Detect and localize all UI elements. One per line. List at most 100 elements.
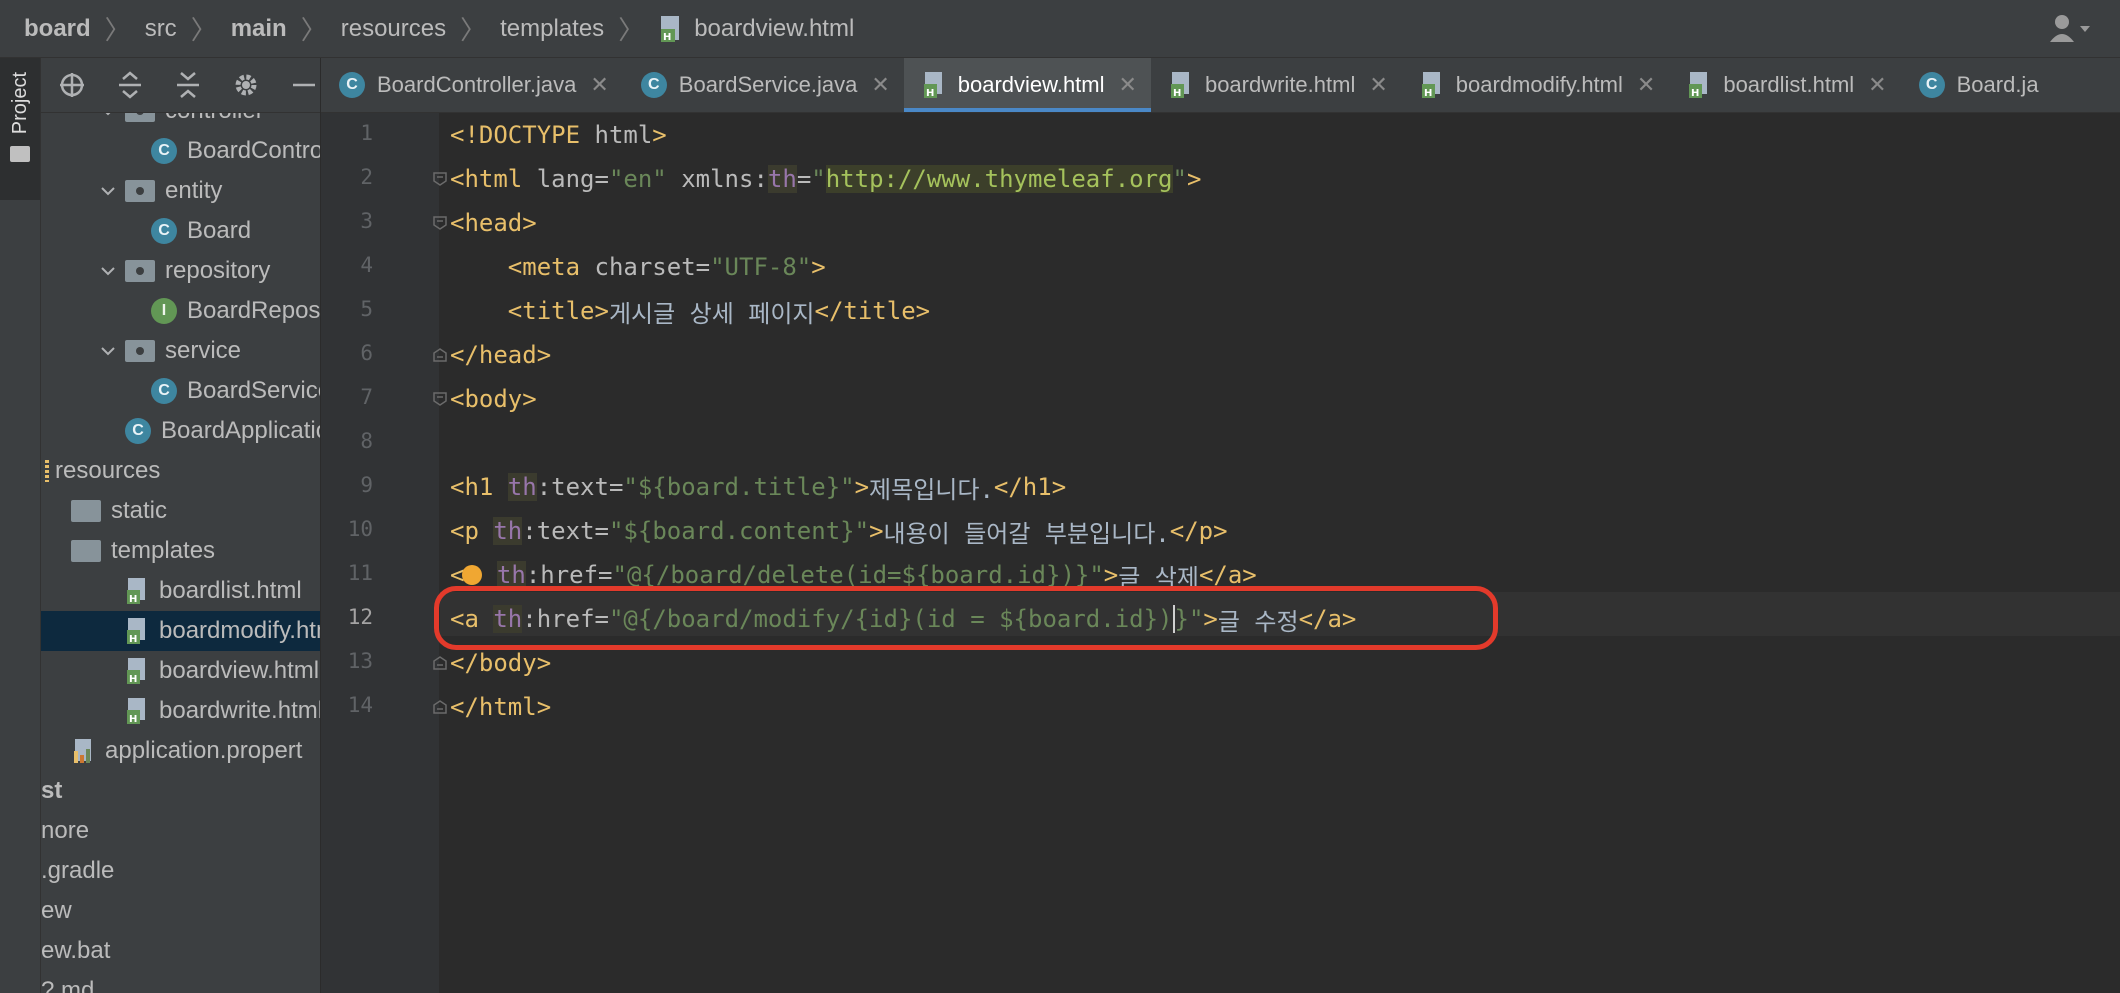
html-file-icon: H <box>125 577 149 605</box>
tree-item[interactable]: entity <box>41 171 320 211</box>
html-file-icon: H <box>658 15 684 43</box>
breadcrumb-project[interactable]: board <box>24 15 91 43</box>
tree-item-label: repository <box>165 257 271 284</box>
tree-item[interactable]: application.propert <box>41 731 320 771</box>
tree-item[interactable]: C BoardApplication <box>41 411 320 451</box>
line-number: 6 <box>360 341 373 365</box>
collapse-all-icon[interactable] <box>173 70 203 100</box>
chevron-down-icon[interactable] <box>97 340 119 362</box>
tree-item-label: BoardApplication <box>161 417 320 444</box>
close-icon[interactable]: ✕ <box>1868 72 1886 98</box>
chevron-down-icon[interactable] <box>97 260 119 282</box>
chevron-down-icon[interactable] <box>97 180 119 202</box>
folder-icon <box>71 500 101 522</box>
tree-item[interactable]: Hboardlist.html <box>41 571 320 611</box>
breadcrumb-templates[interactable]: templates <box>500 15 604 43</box>
tree-item[interactable]: C BoardControl <box>41 131 320 171</box>
breadcrumb-resources[interactable]: resources <box>341 15 446 43</box>
line-number: 10 <box>347 517 373 541</box>
line-number: 4 <box>360 253 373 277</box>
editor-tab[interactable]: Hboardview.html ✕ <box>903 58 1152 112</box>
tree-item[interactable]: Hboardview.html <box>41 651 320 691</box>
tree-item[interactable]: ew <box>41 891 320 931</box>
code-line[interactable]: <p th:text= "${board.content}" > 내용이 들어갈 부분… <box>450 509 1228 553</box>
code-token: lang= <box>536 165 609 193</box>
code-token: </h1> <box>993 473 1067 501</box>
editor-tab[interactable]: Hboardmodify.html ✕ <box>1402 58 1670 112</box>
code-token: charset= <box>594 253 711 281</box>
tree-item-label: st <box>41 777 63 804</box>
line-number: 5 <box>360 297 373 321</box>
intention-bulb-icon[interactable] <box>462 565 483 585</box>
tree-item[interactable]: resources <box>41 451 320 491</box>
code-line[interactable]: <html lang= "en" xmlns: th = " http://www.thy… <box>450 157 1201 201</box>
code-editor[interactable]: <!DOCTYPE html > <html lang= "en" xmlns: th =… <box>440 113 2120 993</box>
tree-item[interactable]: nore <box>41 811 320 851</box>
code-token: <body> <box>450 385 537 413</box>
tree-item[interactable]: C BoardService <box>41 371 320 411</box>
tree-item[interactable]: ? md <box>41 971 320 993</box>
user-account-icon[interactable] <box>2048 12 2092 46</box>
editor-tab[interactable]: Hboardlist.html ✕ <box>1669 58 1900 112</box>
code-token: <p <box>450 517 494 545</box>
tree-item[interactable]: st <box>41 771 320 811</box>
html-file-icon: H <box>125 617 149 645</box>
tree-item-label: boardview.html <box>159 657 320 684</box>
close-icon[interactable]: ✕ <box>1637 72 1655 98</box>
tree-item[interactable]: I BoardReposit <box>41 291 320 331</box>
html-file-icon: H <box>1420 71 1444 99</box>
svg-text:H: H <box>926 88 934 99</box>
locate-icon[interactable] <box>57 70 87 100</box>
code-line[interactable]: <a th:href= "@{/board/modify/{id}(id = ${… <box>450 597 1356 641</box>
tree-item[interactable]: templates <box>41 531 320 571</box>
editor-tab[interactable]: C Board.ja <box>1901 58 2053 112</box>
project-tree: controllerCBoardControlentityCBoardrepos… <box>41 91 320 993</box>
code-line[interactable]: <title> 게시글 상세 페이지 </title> <box>450 289 930 333</box>
code-token: <head> <box>450 209 537 237</box>
html-file-icon: H <box>125 697 149 725</box>
close-icon[interactable]: ✕ <box>1369 72 1387 98</box>
tree-item[interactable]: repository <box>41 251 320 291</box>
breadcrumb-chevron-icon: 〉 <box>190 15 217 45</box>
code-token: th <box>493 605 523 633</box>
tab-label: Board.ja <box>1956 72 2039 97</box>
code-line[interactable]: <h1 th:text= "${board.title}" > 제목입니다. </h1> <box>450 465 1066 509</box>
code-line[interactable]: </head> <box>450 333 551 377</box>
breadcrumb-file[interactable]: H boardview.html <box>658 15 854 43</box>
editor-tab[interactable]: C BoardController.java ✕ <box>321 58 623 112</box>
code-line[interactable]: <body> <box>450 377 537 421</box>
tab-label: boardview.html <box>957 72 1105 97</box>
breadcrumb-main[interactable]: main <box>231 15 287 43</box>
tree-item[interactable]: C Board <box>41 211 320 251</box>
code-token: > <box>811 253 826 281</box>
tree-item-label: entity <box>165 177 223 204</box>
code-line[interactable]: </html> <box>450 685 551 729</box>
expand-all-icon[interactable] <box>115 70 145 100</box>
tree-item[interactable]: .gradle <box>41 851 320 891</box>
tree-item[interactable]: Hboardmodify.htm <box>41 611 320 651</box>
gear-icon[interactable] <box>231 70 261 100</box>
line-number: 8 <box>360 429 373 453</box>
tree-item[interactable]: service <box>41 331 320 371</box>
breadcrumb-src[interactable]: src <box>145 15 177 43</box>
code-line[interactable]: <!DOCTYPE html > <box>450 113 667 157</box>
editor-tab[interactable]: C BoardService.java ✕ <box>623 58 904 112</box>
editor-tab[interactable]: Hboardwrite.html ✕ <box>1151 58 1402 112</box>
code-line[interactable]: < th:href= "@{/board/delete(id=${board.id… <box>450 553 1257 597</box>
line-number: 11 <box>347 561 373 585</box>
tree-item[interactable]: Hboardwrite.html <box>41 691 320 731</box>
tree-item[interactable]: ew.bat <box>41 931 320 971</box>
tree-item-label: boardlist.html <box>159 577 302 604</box>
close-icon[interactable]: ✕ <box>590 72 608 98</box>
code-line[interactable]: </body> <box>450 641 551 685</box>
project-panel: controllerCBoardControlentityCBoardrepos… <box>41 58 321 993</box>
code-line[interactable]: <meta charset= "UTF-8" > <box>450 245 826 289</box>
tree-item[interactable]: static <box>41 491 320 531</box>
code-line[interactable]: <head> <box>450 201 537 245</box>
close-icon[interactable]: ✕ <box>1119 72 1137 98</box>
minimize-icon[interactable] <box>289 70 319 100</box>
code-token: html <box>594 121 653 149</box>
close-icon[interactable]: ✕ <box>871 72 889 98</box>
code-token: th <box>493 517 523 545</box>
project-tool-button[interactable]: Project <box>0 58 40 200</box>
